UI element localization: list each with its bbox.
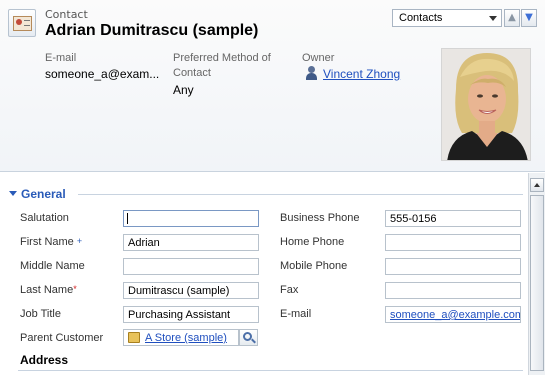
scroll-up-arrow-icon[interactable]	[530, 178, 544, 192]
last-name-field[interactable]: Dumitrascu (sample)	[123, 282, 259, 299]
lookup-search-icon[interactable]	[239, 329, 258, 346]
recommended-marker: +	[76, 236, 83, 246]
user-icon	[305, 66, 318, 80]
first-name-label: First Name +	[20, 236, 83, 248]
home-phone-label: Home Phone	[280, 236, 345, 248]
salutation-label: Salutation	[20, 212, 69, 224]
middle-name-label: Middle Name	[20, 260, 85, 272]
arrow-down-icon[interactable]: ▼	[521, 9, 537, 27]
account-folder-icon	[128, 332, 140, 343]
job-title-field[interactable]: Purchasing Assistant	[123, 306, 259, 323]
entity-type-label: Contact	[45, 8, 88, 21]
job-title-label: Job Title	[20, 308, 61, 320]
email-header-label: E-mail	[45, 52, 77, 64]
first-name-field[interactable]: Adrian	[123, 234, 259, 251]
last-name-label: Last Name*	[20, 284, 77, 296]
business-phone-label: Business Phone	[280, 212, 360, 224]
parent-customer-field[interactable]: A Store (sample)	[123, 329, 239, 346]
form-navigation-select[interactable]: Contacts	[392, 9, 502, 27]
parent-customer-link[interactable]: A Store (sample)	[145, 332, 227, 344]
middle-name-field[interactable]	[123, 258, 259, 275]
arrow-up-icon[interactable]: ▲	[504, 9, 520, 27]
record-header: Contact Adrian Dumitrascu (sample) Conta…	[0, 0, 545, 172]
email-label: E-mail	[280, 308, 312, 320]
subsection-divider	[18, 370, 523, 371]
vertical-scrollbar[interactable]	[528, 173, 545, 375]
mobile-phone-label: Mobile Phone	[280, 260, 348, 272]
form-navigation-value: Contacts	[399, 12, 443, 24]
subsection-title-address: Address	[20, 353, 69, 367]
email-header-value: someone_a@exam...	[45, 67, 160, 81]
fax-label: Fax	[280, 284, 299, 296]
owner-label: Owner	[302, 52, 335, 64]
record-title: Adrian Dumitrascu (sample)	[45, 22, 259, 39]
section-divider	[78, 194, 523, 195]
parent-customer-label: Parent Customer	[20, 332, 104, 344]
text-caret	[127, 213, 128, 224]
fax-field[interactable]	[385, 282, 521, 299]
required-marker: *	[73, 284, 77, 294]
preferred-contact-label-line1: Preferred Method of	[173, 52, 271, 64]
mobile-phone-field[interactable]	[385, 258, 521, 275]
salutation-field[interactable]	[123, 210, 259, 227]
email-field[interactable]: someone_a@example.com	[385, 306, 521, 323]
home-phone-field[interactable]	[385, 234, 521, 251]
contact-photo	[441, 48, 531, 161]
scroll-thumb[interactable]	[530, 195, 544, 371]
preferred-contact-value: Any	[173, 83, 194, 97]
chevron-down-icon	[489, 16, 497, 21]
business-phone-field[interactable]: 555-0156	[385, 210, 521, 227]
section-title-general[interactable]: General	[21, 187, 66, 201]
owner-link[interactable]: Vincent Zhong	[323, 67, 400, 81]
preferred-contact-label-line2: Contact	[173, 67, 211, 79]
contact-card-icon	[8, 9, 36, 37]
collapse-section-icon[interactable]	[9, 191, 17, 196]
email-link[interactable]: someone_a@example.com	[390, 309, 520, 321]
